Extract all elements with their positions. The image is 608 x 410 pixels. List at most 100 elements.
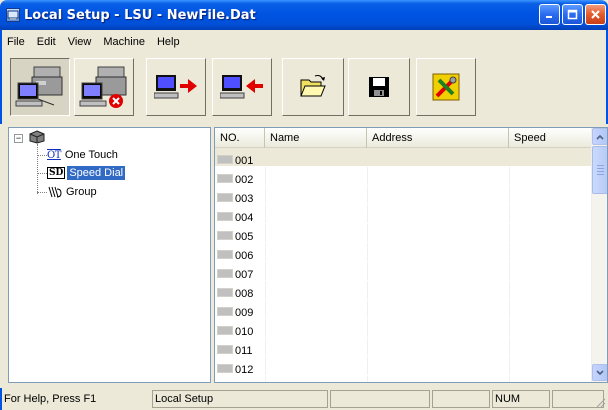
machine-disconnect-icon <box>79 66 127 108</box>
entry-icon <box>217 230 233 240</box>
title-bar[interactable]: Local Setup - LSU - NewFile.Dat <box>0 0 608 30</box>
column-header-name[interactable]: Name <box>265 128 367 148</box>
scroll-thumb[interactable] <box>592 146 607 194</box>
entry-icon <box>217 211 233 221</box>
entry-icon <box>217 192 233 202</box>
table-row[interactable]: 002 <box>215 167 595 186</box>
row-number: 008 <box>235 287 254 300</box>
status-bar: For Help, Press F1 Local Setup NUM <box>0 388 608 410</box>
table-row[interactable]: 010 <box>215 319 595 338</box>
tree-item-label: One Touch <box>64 149 118 161</box>
toolbar-send-button[interactable] <box>146 58 206 116</box>
maximize-button[interactable] <box>562 4 583 25</box>
row-number: 004 <box>235 211 254 224</box>
entry-icon <box>217 173 233 183</box>
resize-grip-icon[interactable] <box>594 396 606 408</box>
entry-icon <box>217 325 233 335</box>
table-row[interactable]: 003 <box>215 186 595 205</box>
table-row[interactable]: 005 <box>215 224 595 243</box>
status-help-text: For Help, Press F1 <box>4 393 97 405</box>
tree-item-group[interactable]: Group <box>47 184 97 200</box>
open-folder-icon <box>300 75 326 97</box>
column-header-speed[interactable]: Speed <box>509 128 595 148</box>
close-icon <box>591 10 600 19</box>
tree-collapse-toggle[interactable]: − <box>14 134 23 143</box>
entry-icon <box>217 306 233 316</box>
one-touch-icon: OT <box>47 149 61 161</box>
toolbar <box>0 54 608 124</box>
row-number: 009 <box>235 306 254 319</box>
toolbar-receive-button[interactable] <box>212 58 272 116</box>
entry-icon <box>217 287 233 297</box>
table-row[interactable]: 006 <box>215 243 595 262</box>
status-num-lock: NUM <box>492 390 550 408</box>
toolbar-tools-button[interactable] <box>416 58 476 116</box>
machine-icon <box>15 66 63 107</box>
status-mode: Local Setup <box>152 390 328 408</box>
tree-item-speed-dial[interactable]: SD Speed Dial <box>47 165 126 181</box>
menu-machine[interactable]: Machine <box>103 36 145 48</box>
minimize-button[interactable] <box>539 4 560 25</box>
table-row[interactable] <box>215 376 595 384</box>
list-header: NO. Name Address Speed <box>215 128 595 148</box>
row-number: 005 <box>235 230 254 243</box>
entry-icon <box>217 154 233 164</box>
save-disk-icon <box>369 77 389 97</box>
row-number: 007 <box>235 268 254 281</box>
table-row[interactable]: 001 <box>215 148 595 167</box>
send-to-machine-icon <box>154 75 197 99</box>
entry-icon <box>217 249 233 259</box>
status-pane <box>432 390 490 408</box>
status-pane <box>330 390 430 408</box>
minimize-icon <box>546 16 552 18</box>
toolbar-save-button[interactable] <box>348 58 410 116</box>
close-button[interactable] <box>585 4 606 25</box>
menu-view[interactable]: View <box>68 36 92 48</box>
tree-view[interactable]: − OT One Touch SD Speed Dial Group <box>8 127 211 383</box>
chevron-up-icon <box>596 134 604 140</box>
row-number: 003 <box>235 192 254 205</box>
machine-root-icon[interactable] <box>29 130 45 144</box>
scroll-down-button[interactable] <box>592 364 607 381</box>
speed-dial-icon: SD <box>47 167 66 179</box>
entry-icon <box>217 363 233 373</box>
table-row[interactable]: 009 <box>215 300 595 319</box>
menu-edit[interactable]: Edit <box>37 36 56 48</box>
toolbar-disconnect-button[interactable] <box>74 58 134 116</box>
vertical-scrollbar[interactable] <box>591 128 607 382</box>
row-number: 011 <box>235 344 253 357</box>
tree-item-label: Speed Dial <box>67 166 126 180</box>
column-header-no[interactable]: NO. <box>215 128 265 148</box>
toolbar-machine-button[interactable] <box>10 58 70 116</box>
speed-dial-list[interactable]: NO. Name Address Speed 001 002 003 004 0… <box>214 127 608 383</box>
list-rows: 001 002 003 004 005 006 007 008 009 010 … <box>215 148 595 384</box>
app-icon[interactable] <box>6 8 20 22</box>
scroll-up-button[interactable] <box>592 128 607 145</box>
column-header-address[interactable]: Address <box>367 128 509 148</box>
tools-icon <box>432 73 460 101</box>
receive-from-machine-icon <box>220 75 263 99</box>
tree-item-label: Group <box>66 186 97 198</box>
chevron-down-icon <box>596 369 604 375</box>
menu-file[interactable]: File <box>7 36 25 48</box>
toolbar-open-button[interactable] <box>282 58 344 116</box>
row-number: 002 <box>235 173 254 186</box>
entry-icon <box>217 383 233 384</box>
table-row[interactable]: 012 <box>215 357 595 376</box>
table-row[interactable]: 008 <box>215 281 595 300</box>
row-number: 012 <box>235 363 254 376</box>
window-title: Local Setup - LSU - NewFile.Dat <box>24 7 256 23</box>
entry-icon <box>217 344 233 354</box>
row-number: 010 <box>235 325 254 338</box>
menu-bar: File Edit View Machine Help <box>0 30 608 54</box>
group-icon <box>48 186 62 198</box>
entry-icon <box>217 268 233 278</box>
table-row[interactable]: 011 <box>215 338 595 357</box>
table-row[interactable]: 004 <box>215 205 595 224</box>
menu-help[interactable]: Help <box>157 36 180 48</box>
maximize-icon <box>567 9 578 20</box>
table-row[interactable]: 007 <box>215 262 595 281</box>
tree-item-one-touch[interactable]: OT One Touch <box>47 147 118 163</box>
row-number: 006 <box>235 249 254 262</box>
row-number: 001 <box>235 154 254 167</box>
